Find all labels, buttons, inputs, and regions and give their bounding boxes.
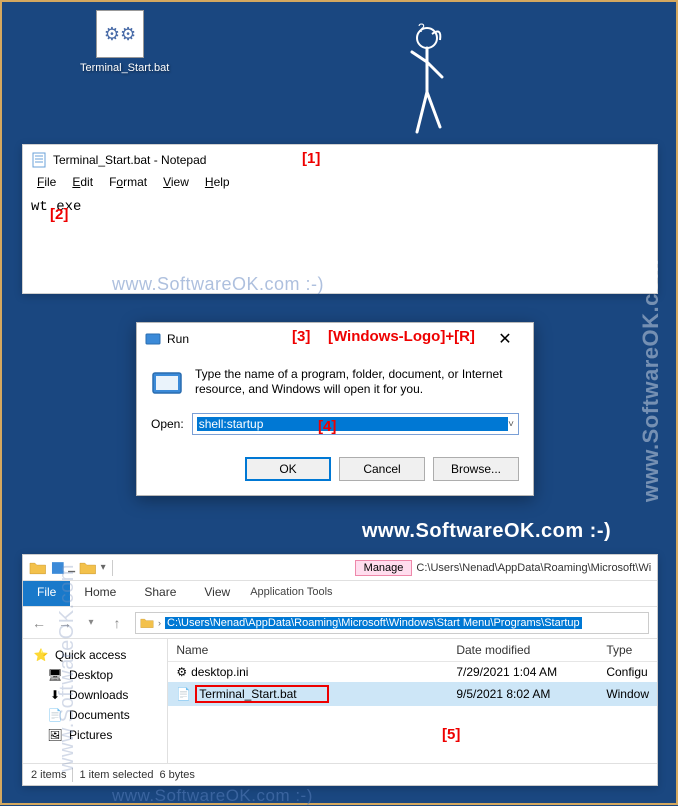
explorer-sidebar: ⭐ Quick access 🖥Desktop ⬇Downloads 📄Docu… (23, 639, 168, 763)
run-open-input[interactable]: shell:startup ˅ (192, 413, 519, 435)
status-selected: 1 item selected (79, 769, 153, 781)
watermark: www.SoftwareOK.com :-) (252, 238, 442, 256)
contextual-tab-manage[interactable]: Manage (355, 560, 413, 576)
sidebar-quick-access[interactable]: ⭐ Quick access (27, 645, 163, 665)
watermark: www.SoftwareOK.com :-) (112, 786, 313, 806)
file-row[interactable]: ⚙ desktop.ini 7/29/2021 1:04 AM Configu (168, 662, 657, 682)
col-name[interactable]: Name (168, 639, 448, 661)
file-name: Terminal_Start.bat (195, 685, 328, 703)
file-name: desktop.ini (191, 665, 248, 679)
up-button[interactable]: ↑ (109, 615, 125, 631)
run-title-icon (145, 331, 161, 347)
notepad-content[interactable]: wt.exe (23, 195, 657, 219)
close-icon[interactable]: ✕ (485, 329, 525, 349)
run-dialog-icon (151, 367, 183, 399)
run-open-value: shell:startup (197, 417, 508, 431)
run-dialog: Run ✕ Type the name of a program, folder… (136, 322, 534, 496)
address-bar[interactable]: › C:\Users\Nenad\AppData\Roaming\Microso… (135, 612, 649, 634)
annotation-4: [4] (318, 418, 336, 435)
status-size: 6 bytes (159, 769, 194, 781)
annotation-2: [2] (50, 206, 68, 223)
tab-home[interactable]: Home (70, 581, 130, 606)
ok-button[interactable]: OK (245, 457, 331, 481)
tab-view[interactable]: View (190, 581, 244, 606)
explorer-window-title: C:\Users\Nenad\AppData\Roaming\Microsoft… (416, 562, 651, 574)
back-button[interactable]: ← (31, 615, 47, 631)
tab-application-tools[interactable]: Application Tools (250, 581, 332, 606)
col-date[interactable]: Date modified (448, 639, 598, 661)
star-icon: ⭐ (33, 647, 49, 663)
notepad-icon (31, 152, 47, 168)
watermark: www.SoftwareOK.com :-) (112, 274, 324, 295)
annotation-3: [3] (292, 328, 310, 345)
notepad-window: Terminal_Start.bat - Notepad File Edit F… (22, 144, 658, 294)
file-row-selected[interactable]: 📄 Terminal_Start.bat 9/5/2021 8:02 AM Win… (168, 682, 657, 706)
menu-edit[interactable]: Edit (66, 175, 99, 195)
file-type: Window (598, 684, 657, 704)
explorer-window: ▁ ▾ Manage C:\Users\Nenad\AppData\Roamin… (22, 554, 658, 786)
notepad-menubar: File Edit Format View Help (23, 175, 657, 195)
file-type: Configu (598, 662, 657, 682)
explorer-titlebar[interactable]: ▁ ▾ Manage C:\Users\Nenad\AppData\Roamin… (23, 555, 657, 581)
annotation-1: [1] (302, 150, 320, 167)
address-path: C:\Users\Nenad\AppData\Roaming\Microsoft… (165, 617, 582, 629)
file-pane: Name Date modified Type ⚙ desktop.ini 7/2… (168, 639, 657, 763)
thinking-figure-icon: ? (402, 22, 452, 142)
menu-view[interactable]: View (157, 175, 195, 195)
chevron-down-icon[interactable]: ˅ (508, 419, 514, 430)
bat-file-icon: 📄 (176, 687, 191, 701)
address-folder-icon (140, 616, 154, 630)
ini-file-icon: ⚙ (176, 665, 187, 679)
folder-qat-icon[interactable] (79, 559, 97, 577)
notepad-titlebar[interactable]: Terminal_Start.bat - Notepad (23, 145, 657, 175)
svg-text:?: ? (418, 22, 425, 35)
menu-help[interactable]: Help (199, 175, 236, 195)
notepad-title: Terminal_Start.bat - Notepad (53, 153, 206, 167)
run-description: Type the name of a program, folder, docu… (195, 367, 519, 399)
annotation-5: [5] (442, 726, 460, 743)
recent-dropdown[interactable]: ▾ (83, 617, 99, 628)
watermark: www.SoftwareOK.com (56, 564, 79, 772)
menu-format[interactable]: Format (103, 175, 153, 195)
ribbon-tabs: File Home Share View Application Tools (23, 581, 657, 607)
browse-button[interactable]: Browse... (433, 457, 519, 481)
col-type[interactable]: Type (598, 639, 657, 661)
open-label: Open: (151, 417, 184, 431)
watermark: www.SoftwareOK.com :-) (362, 520, 611, 543)
bat-file-icon: ⚙⚙ (96, 10, 144, 58)
desktop-icon-terminal-start[interactable]: ⚙⚙ Terminal_Start.bat (80, 10, 160, 75)
explorer-navbar: ← → ▾ ↑ › C:\Users\Nenad\AppData\Roaming… (23, 607, 657, 639)
tab-share[interactable]: Share (130, 581, 190, 606)
file-date: 7/29/2021 1:04 AM (448, 662, 598, 682)
desktop-icon-label: Terminal_Start.bat (80, 62, 160, 75)
status-bar: 2 items 1 item selected 6 bytes (23, 763, 657, 785)
cancel-button[interactable]: Cancel (339, 457, 425, 481)
watermark: www.SoftwareOK.com (638, 259, 664, 502)
column-headers: Name Date modified Type (168, 639, 657, 662)
folder-icon (29, 559, 47, 577)
menu-file[interactable]: File (31, 175, 62, 195)
file-date: 9/5/2021 8:02 AM (448, 684, 598, 704)
annotation-3b: [Windows-Logo]+[R] (328, 328, 475, 345)
